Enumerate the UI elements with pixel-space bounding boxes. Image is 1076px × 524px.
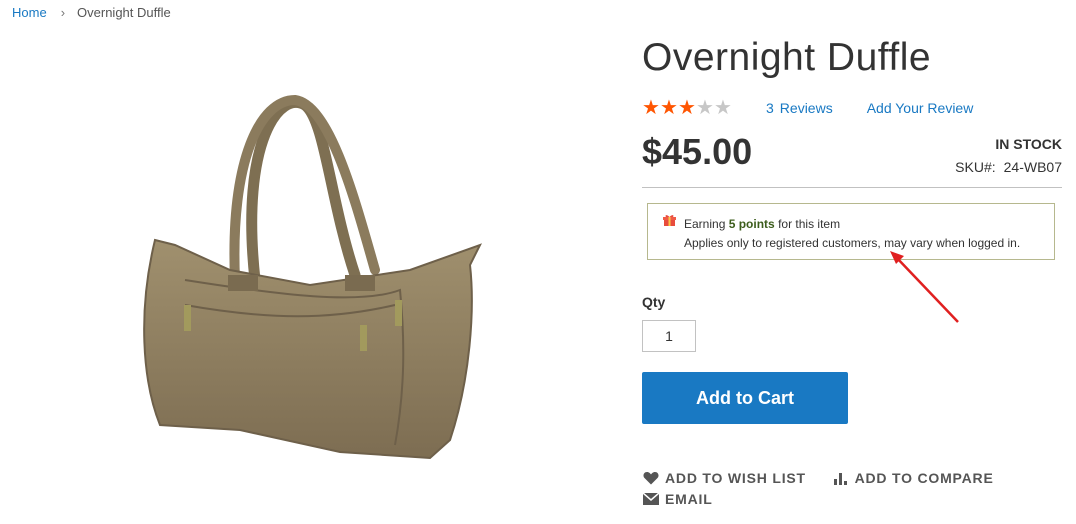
product-image[interactable]: [130, 80, 500, 480]
reviews-label: Reviews: [779, 100, 833, 116]
add-review-link[interactable]: Add Your Review: [867, 100, 974, 116]
reward-points: 5 points: [728, 217, 775, 231]
compare-label: ADD TO COMPARE: [854, 470, 994, 486]
reward-prefix: Earning: [684, 217, 726, 231]
breadcrumb-home-link[interactable]: Home: [12, 5, 47, 20]
duffle-bag-image: [143, 94, 483, 460]
envelope-icon: [643, 493, 659, 505]
qty-label: Qty: [642, 294, 666, 310]
star-filled-icon: ★: [660, 97, 678, 119]
qty-input[interactable]: [642, 320, 696, 352]
sku: SKU#: 24-WB07: [955, 159, 1062, 175]
rating-stars: ★ ★ ★ ★ ★: [642, 98, 732, 118]
add-to-compare-link[interactable]: ADD TO COMPARE: [833, 470, 994, 486]
reviews-link[interactable]: 3 Reviews: [766, 100, 833, 116]
product-actions: ADD TO WISH LIST ADD TO COMPARE: [643, 470, 1016, 488]
reward-earning-text: Earning 5 points for this item: [684, 217, 840, 231]
star-empty-icon: ★: [714, 97, 732, 119]
breadcrumb-current: Overnight Duffle: [77, 5, 171, 20]
product-title: Overnight Duffle: [642, 36, 932, 79]
compare-icon: [833, 473, 847, 485]
star-filled-icon: ★: [678, 97, 696, 119]
wishlist-label: ADD TO WISH LIST: [665, 470, 806, 486]
rating-summary: ★ ★ ★ ★ ★ 3 Reviews Add Your Review: [642, 98, 973, 118]
stock-status: IN STOCK: [995, 136, 1062, 152]
email-label: EMAIL: [665, 491, 713, 507]
annotation-arrow-icon: [890, 251, 959, 323]
reviews-count: 3: [766, 100, 774, 116]
star-filled-icon: ★: [642, 97, 660, 119]
heart-icon: [643, 472, 659, 485]
breadcrumb: Home › Overnight Duffle: [12, 5, 171, 20]
sku-label: SKU#:: [955, 159, 996, 175]
chevron-right-icon: ›: [60, 5, 66, 20]
sku-value: 24-WB07: [1003, 159, 1062, 175]
gift-icon: [663, 215, 676, 226]
star-empty-icon: ★: [696, 97, 714, 119]
reward-suffix: for this item: [778, 217, 841, 231]
add-to-wishlist-link[interactable]: ADD TO WISH LIST: [643, 470, 806, 486]
divider: [642, 187, 1062, 188]
product-price: $45.00: [642, 131, 753, 172]
email-link[interactable]: EMAIL: [643, 491, 713, 507]
reward-points-box: Earning 5 points for this item Applies o…: [647, 203, 1055, 260]
add-to-cart-button[interactable]: Add to Cart: [642, 372, 848, 424]
